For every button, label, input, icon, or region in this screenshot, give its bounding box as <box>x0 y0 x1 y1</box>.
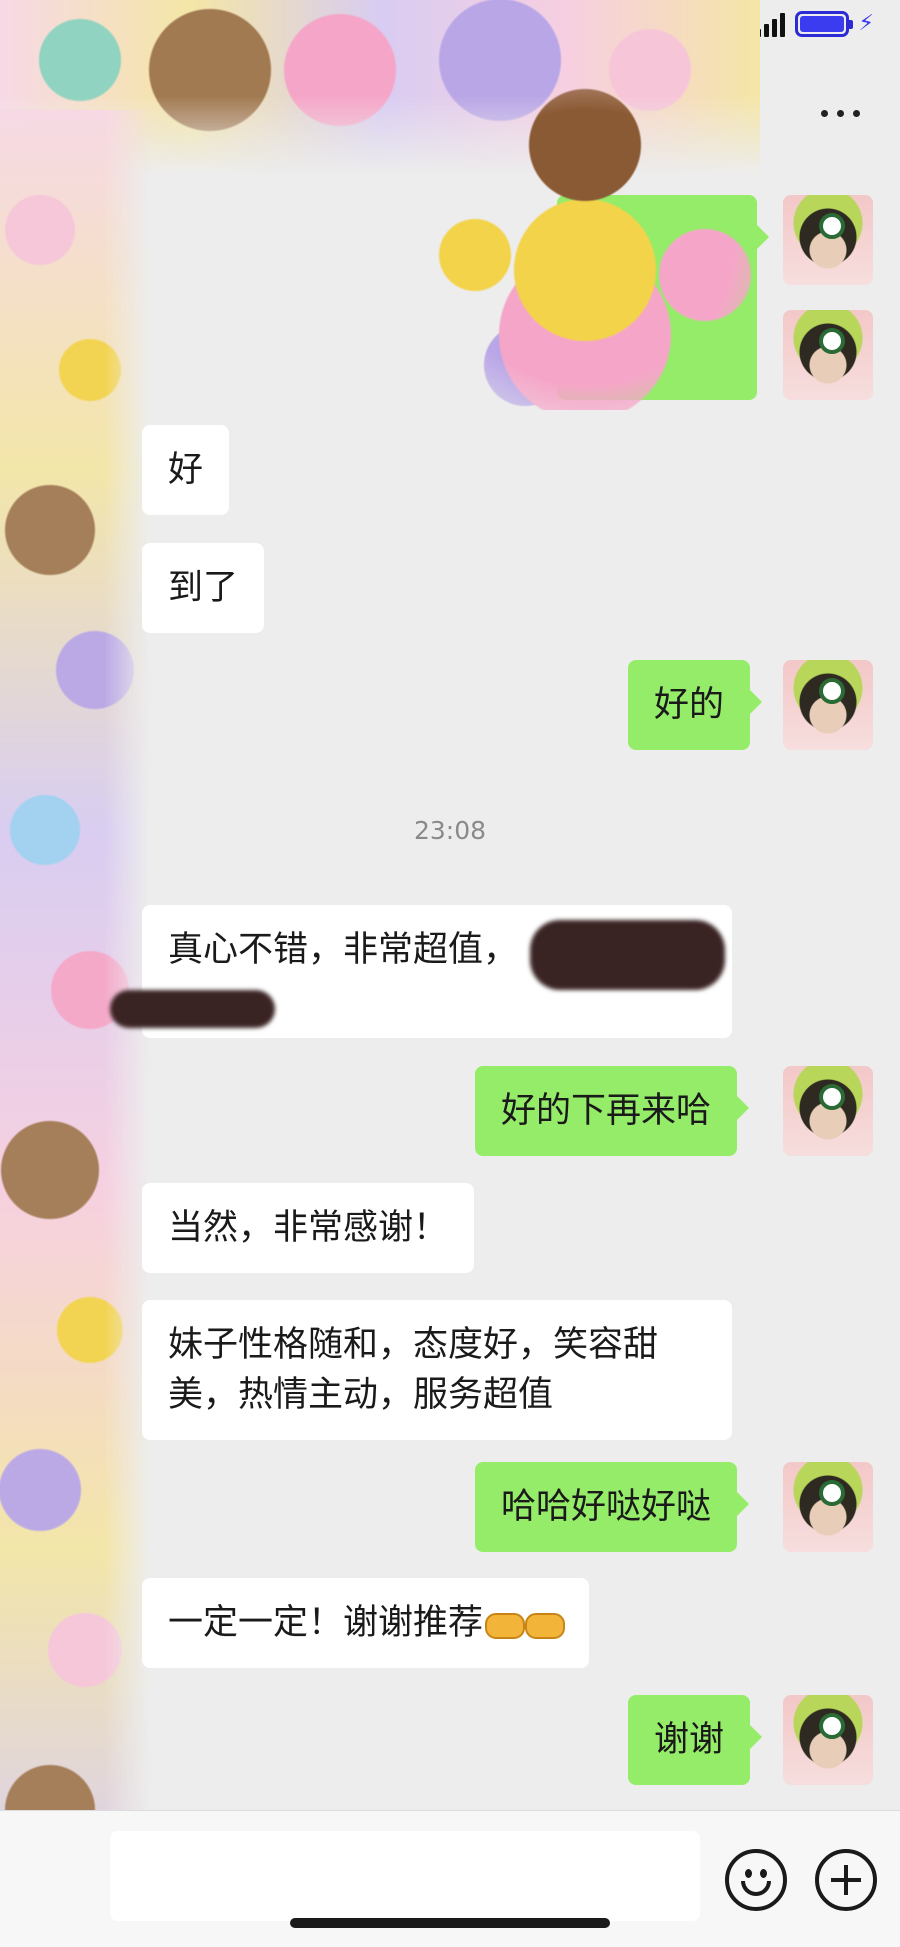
incoming-message[interactable]: 一定一定！谢谢推荐 <box>142 1578 590 1668</box>
redacted-scribble <box>110 990 275 1028</box>
outgoing-message[interactable]: 好的 <box>628 660 763 750</box>
charging-icon: ⚡ <box>858 11 874 36</box>
outgoing-message[interactable]: 哈哈好哒好哒 <box>475 1462 750 1552</box>
my-avatar[interactable] <box>783 195 873 285</box>
message-text: 真心不错，非常超值， <box>168 930 519 970</box>
message-text-line: 妹子性格随和，态度好，笑容甜 <box>168 1325 659 1365</box>
my-avatar[interactable] <box>783 1695 873 1785</box>
my-avatar[interactable] <box>783 1462 873 1552</box>
battery-icon <box>794 11 853 37</box>
outgoing-message[interactable]: 谢谢 <box>628 1695 763 1785</box>
more-dots-icon[interactable] <box>821 110 860 117</box>
outgoing-message[interactable]: 好的下再来哈 <box>475 1066 750 1156</box>
message-input[interactable] <box>110 1831 700 1921</box>
message-timestamp: 23:08 <box>413 816 487 845</box>
home-indicator[interactable] <box>290 1918 610 1928</box>
my-avatar[interactable] <box>783 1066 873 1156</box>
my-avatar[interactable] <box>783 660 873 750</box>
handshake-emoji <box>523 1609 566 1639</box>
incoming-message[interactable]: 妹子性格随和，态度好，笑容甜 美，热情主动，服务超值 <box>142 1300 732 1440</box>
incoming-message[interactable]: 当然，非常感谢！ <box>142 1183 475 1273</box>
my-avatar[interactable] <box>783 310 873 400</box>
sticker-bear-decoration <box>415 85 760 410</box>
message-text: 一定一定！谢谢推荐 <box>168 1603 484 1643</box>
incoming-message[interactable]: 到了 <box>142 543 265 633</box>
smile-icon[interactable] <box>725 1849 787 1911</box>
incoming-message[interactable]: 好 <box>142 425 230 515</box>
redacted-scribble <box>530 920 725 990</box>
message-text-line: 美，热情主动，服务超值 <box>168 1375 554 1415</box>
handshake-emoji <box>483 1609 526 1639</box>
plus-icon[interactable] <box>815 1849 877 1911</box>
